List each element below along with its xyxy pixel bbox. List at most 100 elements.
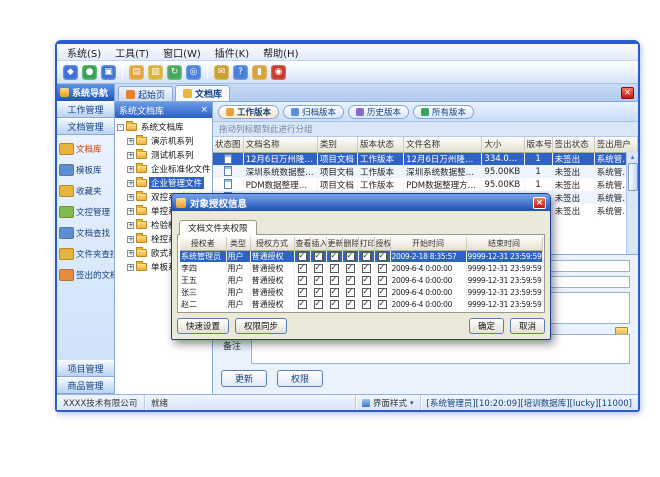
- expand-icon[interactable]: +: [127, 152, 134, 159]
- column-header[interactable]: 版本号: [524, 137, 552, 152]
- save-icon[interactable]: ▣: [101, 65, 116, 80]
- print-checkbox[interactable]: [362, 276, 371, 285]
- sidebar-item-checked-out-docs[interactable]: 签出的文档: [59, 269, 112, 281]
- column-header[interactable]: 类型: [226, 237, 250, 250]
- cancel-button[interactable]: 取消: [510, 318, 545, 334]
- close-tree-icon[interactable]: ×: [200, 106, 208, 115]
- refresh-icon[interactable]: ↻: [167, 65, 182, 80]
- grant-checkbox[interactable]: [378, 300, 387, 309]
- sidebar-panel-project-management[interactable]: 项目管理: [57, 360, 114, 377]
- tree-node[interactable]: + 测试机系列: [117, 148, 212, 162]
- sidebar-item-document-library[interactable]: 文档库: [59, 143, 112, 155]
- tab-archived-version[interactable]: 归档版本: [283, 105, 344, 119]
- sidebar-item-template-library[interactable]: 模板库: [59, 164, 112, 176]
- delete-checkbox[interactable]: [346, 300, 355, 309]
- folder-icon[interactable]: ▥: [148, 65, 163, 80]
- column-header[interactable]: 授权者: [180, 237, 226, 250]
- sidebar-panel-goods-management[interactable]: 商品管理: [57, 377, 114, 394]
- connect-icon[interactable]: ●: [82, 65, 97, 80]
- update-checkbox[interactable]: [330, 264, 339, 273]
- tab-document-library[interactable]: 文档库: [175, 85, 230, 101]
- permission-row[interactable]: 系统管理员 用户 普通授权 2009-2-18 8:35:57 99: [180, 250, 542, 262]
- tab-history-version[interactable]: 历史版本: [348, 105, 409, 119]
- lock-icon[interactable]: ▮: [252, 65, 267, 80]
- tree-node[interactable]: + 企业管理文件: [117, 176, 212, 190]
- view-checkbox[interactable]: [298, 288, 307, 297]
- permission-button[interactable]: 权限: [277, 370, 323, 387]
- scroll-up-icon[interactable]: ▴: [631, 152, 635, 163]
- column-header[interactable]: 状态图: [213, 137, 243, 152]
- view-checkbox[interactable]: [298, 264, 307, 273]
- view-checkbox[interactable]: [298, 252, 307, 261]
- grant-checkbox[interactable]: [378, 264, 387, 273]
- insert-checkbox[interactable]: [314, 264, 323, 273]
- grant-checkbox[interactable]: [378, 252, 387, 261]
- exit-icon[interactable]: ◉: [271, 65, 286, 80]
- column-header[interactable]: 删除: [342, 237, 358, 250]
- tab-start-page[interactable]: 起始页: [118, 86, 173, 101]
- new-doc-icon[interactable]: ▤: [129, 65, 144, 80]
- close-tab-button[interactable]: ×: [621, 87, 634, 99]
- tree-root[interactable]: - 系统文档库: [117, 120, 212, 134]
- column-header[interactable]: 授权方式: [250, 237, 294, 250]
- help-icon[interactable]: ?: [233, 65, 248, 80]
- delete-checkbox[interactable]: [346, 252, 355, 261]
- group-by-bar[interactable]: 拖动列标题到此进行分组: [213, 122, 638, 137]
- grant-checkbox[interactable]: [378, 288, 387, 297]
- permission-row[interactable]: 赵二 用户 普通授权 2009-6-4 0:00:00 9999-1: [180, 298, 542, 310]
- column-header[interactable]: 更新: [326, 237, 342, 250]
- column-header[interactable]: 开始时间: [390, 237, 466, 250]
- sidebar-item-doc-control[interactable]: 文控管理: [59, 206, 112, 218]
- expand-icon[interactable]: +: [127, 250, 134, 257]
- print-checkbox[interactable]: [362, 288, 371, 297]
- column-header[interactable]: 签出状态: [552, 137, 594, 152]
- menu-tools[interactable]: 工具(T): [109, 44, 157, 61]
- sidebar-panel-work-management[interactable]: 工作管理: [57, 101, 114, 118]
- sidebar-item-doc-search[interactable]: 文档查找: [59, 227, 112, 239]
- table-row[interactable]: PDM数据整理方案.doc 项目文档 工作版本 PDM数据整理方案.doc 95…: [213, 178, 638, 191]
- permission-row[interactable]: 李四 用户 普通授权 2009-6-4 0:00:00 9999-1: [180, 262, 542, 274]
- print-checkbox[interactable]: [362, 300, 371, 309]
- sidebar-item-folder-search[interactable]: 文件夹查找: [59, 248, 112, 260]
- expand-icon[interactable]: +: [127, 194, 134, 201]
- tab-working-version[interactable]: 工作版本: [218, 105, 279, 119]
- column-header[interactable]: 大小: [482, 137, 524, 152]
- column-header[interactable]: 授权: [374, 237, 390, 250]
- column-header[interactable]: 打印: [358, 237, 374, 250]
- update-checkbox[interactable]: [330, 300, 339, 309]
- update-checkbox[interactable]: [330, 288, 339, 297]
- expand-icon[interactable]: +: [127, 222, 134, 229]
- quick-setup-button[interactable]: 快速设置: [177, 318, 229, 334]
- toolbar-separator[interactable]: [207, 65, 208, 79]
- insert-checkbox[interactable]: [314, 276, 323, 285]
- delete-checkbox[interactable]: [346, 264, 355, 273]
- menu-plugins[interactable]: 插件(K): [209, 44, 257, 61]
- search-icon[interactable]: ◎: [186, 65, 201, 80]
- dialog-title-bar[interactable]: 对象授权信息 ×: [172, 194, 550, 211]
- column-header[interactable]: 类别: [317, 137, 357, 152]
- expand-icon[interactable]: +: [127, 138, 134, 145]
- tab-all-versions[interactable]: 所有版本: [413, 105, 474, 119]
- expand-icon[interactable]: +: [127, 166, 134, 173]
- mail-icon[interactable]: ✉: [214, 65, 229, 80]
- table-row[interactable]: 深圳系统数据整理方案 项目文档 工作版本 深圳系统数据整理方案.doc 95.0…: [213, 165, 638, 178]
- ui-style-selector[interactable]: 界面样式 ▾: [356, 395, 421, 410]
- permission-row[interactable]: 王五 用户 普通授权 2009-6-4 0:00:00 9999-1: [180, 274, 542, 286]
- toolbar-separator[interactable]: [122, 65, 123, 79]
- expand-icon[interactable]: +: [127, 180, 134, 187]
- insert-checkbox[interactable]: [314, 288, 323, 297]
- tree-node[interactable]: + 企业标准化文件: [117, 162, 212, 176]
- tree-node[interactable]: + 演示机系列: [117, 134, 212, 148]
- menu-system[interactable]: 系统(S): [61, 44, 109, 61]
- scroll-thumb[interactable]: [628, 163, 638, 191]
- column-header[interactable]: 查看: [294, 237, 310, 250]
- table-row[interactable]: 12月6日万州隆阳门... 项目文档 工作版本 12月6日万州隆阳门... 33…: [213, 152, 638, 165]
- grid-scrollbar[interactable]: ▴: [626, 152, 638, 254]
- insert-checkbox[interactable]: [314, 252, 323, 261]
- view-checkbox[interactable]: [298, 276, 307, 285]
- print-checkbox[interactable]: [362, 252, 371, 261]
- sidebar-item-favorites[interactable]: 收藏夹: [59, 185, 112, 197]
- menu-help[interactable]: 帮助(H): [257, 44, 306, 61]
- insert-checkbox[interactable]: [314, 300, 323, 309]
- permission-row[interactable]: 张三 用户 普通授权 2009-6-4 0:00:00 9999-1: [180, 286, 542, 298]
